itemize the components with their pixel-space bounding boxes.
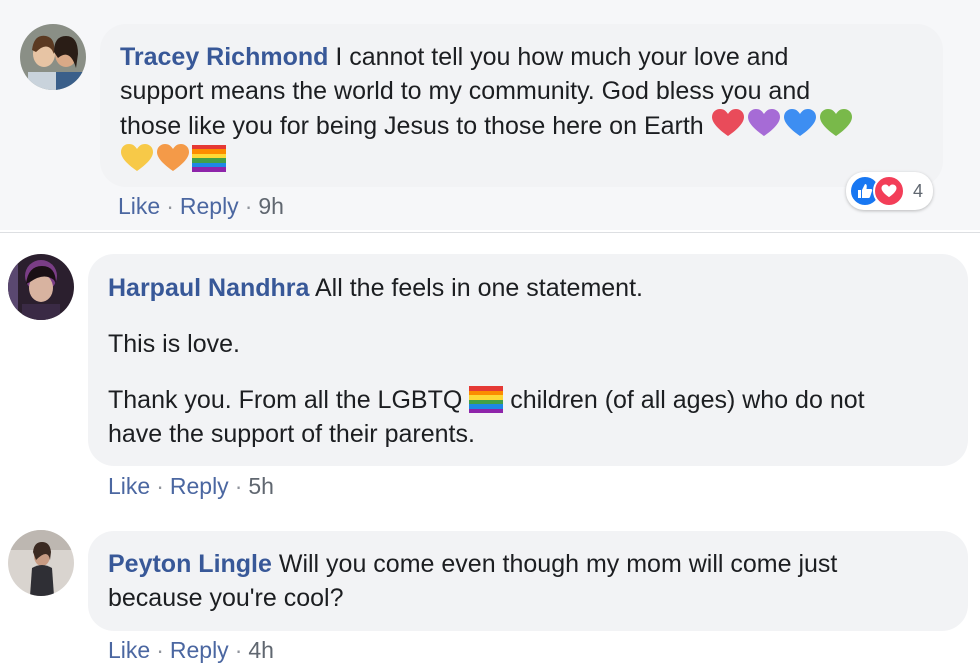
comment-text-line: I cannot tell you how much your love and bbox=[328, 43, 789, 71]
separator: · bbox=[166, 193, 174, 219]
separator: · bbox=[156, 637, 164, 663]
green-heart-icon bbox=[819, 109, 852, 136]
like-link[interactable]: Like bbox=[108, 473, 150, 499]
comment-text-line: those like you for being Jesus to those … bbox=[120, 112, 704, 140]
reply-link[interactable]: Reply bbox=[180, 193, 239, 219]
comment-bubble: Tracey Richmond I cannot tell you how mu… bbox=[100, 24, 943, 187]
comment-text-line: This is love. bbox=[108, 330, 240, 358]
like-link[interactable]: Like bbox=[108, 637, 150, 663]
comment-actions: Like · Reply · 4h bbox=[108, 637, 274, 664]
reaction-count: 4 bbox=[913, 180, 924, 201]
comment-bubble: Peyton Lingle Will you come even though … bbox=[88, 531, 968, 631]
blue-heart-icon bbox=[783, 109, 816, 136]
comment-text-line: because you're cool? bbox=[108, 584, 344, 612]
avatar[interactable] bbox=[8, 530, 74, 596]
separator: · bbox=[156, 473, 164, 499]
avatar[interactable] bbox=[8, 254, 74, 320]
red-heart-icon bbox=[711, 109, 744, 136]
timestamp[interactable]: 4h bbox=[248, 637, 274, 663]
purple-heart-icon bbox=[747, 109, 780, 136]
comment-bubble: Harpaul Nandhra All the feels in one sta… bbox=[88, 254, 968, 466]
yellow-heart-icon bbox=[121, 144, 153, 171]
comment-author[interactable]: Harpaul Nandhra bbox=[108, 274, 309, 302]
reply-link[interactable]: Reply bbox=[170, 637, 229, 663]
comment-text-line: Will you come even though my mom will co… bbox=[271, 550, 838, 578]
orange-heart-icon bbox=[157, 144, 189, 171]
comment-paragraph: Thank you. From all the LGBTQ children (… bbox=[108, 383, 948, 451]
comment-author[interactable]: Tracey Richmond bbox=[120, 43, 328, 71]
comment-actions: Like · Reply · 5h bbox=[108, 473, 274, 500]
avatar[interactable] bbox=[20, 24, 86, 90]
reply-link[interactable]: Reply bbox=[170, 473, 229, 499]
comment-paragraph: This is love. bbox=[108, 327, 948, 361]
emoji-group bbox=[711, 108, 853, 138]
like-link[interactable]: Like bbox=[118, 193, 160, 219]
comment-author[interactable]: Peyton Lingle bbox=[108, 550, 272, 578]
comment-text-line: support means the world to my community.… bbox=[120, 77, 811, 105]
separator: · bbox=[244, 193, 253, 219]
comment-actions: Like · Reply · 9h bbox=[118, 193, 284, 220]
reactions-summary[interactable]: 4 bbox=[846, 172, 934, 210]
comment-text-line: All the feels in one statement. bbox=[309, 274, 643, 302]
rainbow-flag-icon bbox=[192, 144, 226, 172]
love-icon bbox=[873, 175, 905, 207]
comment-text-line: have the support of their parents. bbox=[108, 420, 475, 448]
rainbow-flag-icon bbox=[469, 386, 504, 413]
comment-text-line: Thank you. From all the LGBTQ bbox=[108, 386, 463, 414]
comment-paragraph: Harpaul Nandhra All the feels in one sta… bbox=[108, 271, 948, 305]
comment-text-line: children (of all ages) who do not bbox=[503, 386, 865, 414]
timestamp[interactable]: 9h bbox=[258, 193, 284, 219]
comment-thread-top: Tracey Richmond I cannot tell you how mu… bbox=[0, 0, 980, 230]
separator: · bbox=[234, 473, 243, 499]
emoji-group bbox=[120, 143, 226, 173]
separator: · bbox=[234, 637, 243, 663]
comment-text: Tracey Richmond I cannot tell you how mu… bbox=[120, 40, 923, 178]
timestamp[interactable]: 5h bbox=[248, 473, 274, 499]
